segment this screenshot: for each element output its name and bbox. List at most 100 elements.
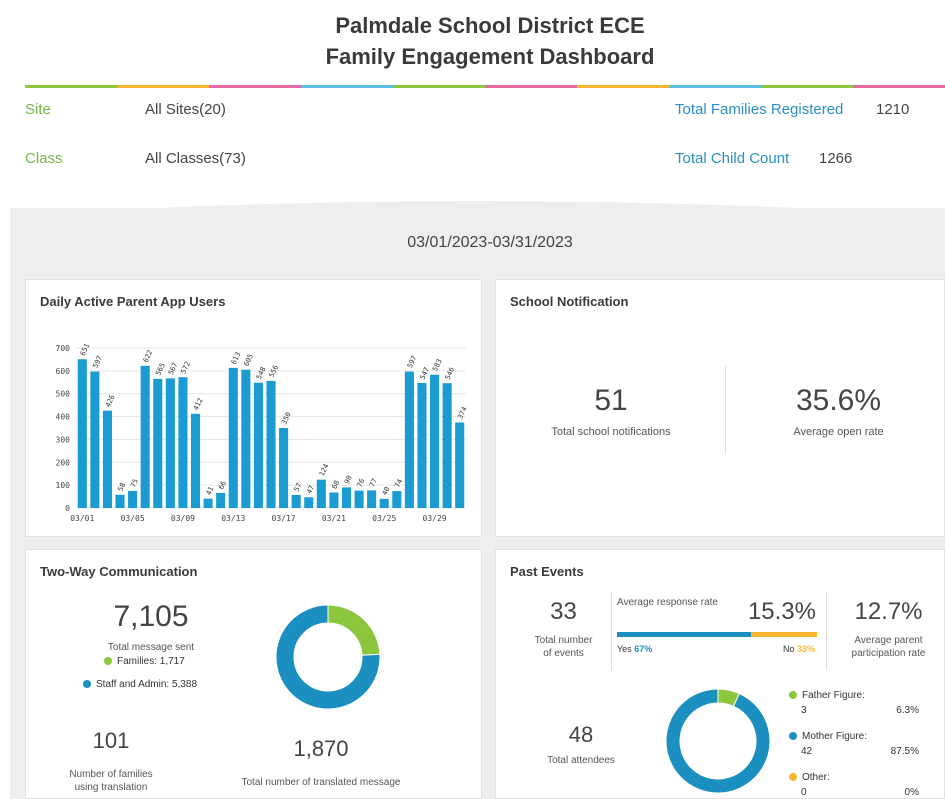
site-label: Site [25,101,51,118]
past-events-title: Past Events [510,564,584,579]
bar [90,371,100,508]
bar-data-label: 57 [293,482,304,493]
breakdown-item: Father Figure: 3 6.3% [789,690,919,716]
y-tick-label: 700 [56,344,71,353]
child-count-label: Total Child Count [675,150,790,167]
bar [354,490,364,508]
bar-data-label: 74 [393,478,404,489]
bar-data-label: 548 [255,366,268,381]
bar [178,377,188,508]
attendees-donut-chart [665,688,771,794]
stripe-segment [577,85,669,88]
participation-rate-label-line-2: participation rate [851,648,926,659]
families-using-translation-label-line-1: Number of families [69,769,153,780]
dashboard-title: Palmdale School District ECE Family Enga… [0,10,945,72]
date-range[interactable]: 03/01/2023-03/31/2023 [0,234,945,252]
attendee-slice [665,688,771,794]
notification-divider [725,366,726,454]
total-events-label-line-2: of events [543,648,584,659]
total-messages-label: Total message sent [107,642,195,653]
site-filter[interactable]: All Sites(20) [145,101,226,118]
past-events-card: Past Events 33 Total number of events Av… [495,549,945,799]
stripe-segment [393,85,485,88]
events-divider-left [611,592,612,670]
total-messages-value: 7,105 [113,600,189,633]
breakdown-values: 3 6.3% [789,705,919,716]
x-tick-label: 03/17 [272,514,296,523]
bar [279,428,289,508]
bar [228,367,238,508]
breakdown-dot [789,732,797,741]
daily-active-users-chart: 0100200300400500600700 65159742658 7562256… [56,342,469,523]
class-filter[interactable]: All Classes(73) [145,150,246,167]
total-notifications-label: Total school notifications [551,426,671,438]
bar-data-label: 68 [330,479,341,490]
bar-data-label: 546 [444,366,457,381]
no-percent: 33% [797,644,816,654]
breakdown-percent: 0% [904,787,919,798]
y-tick-label: 600 [56,367,71,376]
school-notification-title: School Notification [510,294,629,309]
no-label: No [783,644,795,654]
bar [442,383,452,508]
bar-data-label: 613 [230,351,243,366]
families-using-translation-label: Number of families using translation [51,768,171,794]
bar-data-label: 77 [368,477,379,488]
translated-messages-value: 1,870 [293,736,349,761]
bar [241,369,251,508]
bar [455,422,465,508]
bar [316,479,326,508]
open-rate-value: 35.6% [795,384,882,417]
bar-data-label: 622 [142,349,155,364]
bar [417,382,427,508]
breakdown-count: 0 [801,787,807,798]
x-tick-label: 03/21 [322,514,346,523]
stripe-segment [209,85,301,88]
total-attendees-value: 48 [568,722,594,747]
bar-data-label: 412 [192,397,205,412]
breakdown-label-text: Mother Figure: [802,731,868,742]
bar-data-label: 58 [117,482,128,493]
bar-data-label: 76 [356,477,367,488]
school-notification-card: School Notification 51 Total school noti… [495,279,945,537]
response-rate-yes-fill [617,632,751,637]
bar-data-label: 426 [104,394,117,409]
bar [165,378,175,508]
participation-rate-label-line-1: Average parent [854,635,923,646]
families-registered-label: Total Families Registered [675,101,844,118]
bar [253,382,263,508]
x-tick-label: 03/25 [372,514,396,523]
y-tick-label: 200 [56,458,71,467]
bar [216,492,226,508]
breakdown-dot [789,773,797,782]
bar [367,490,377,508]
bar [304,497,314,508]
families-using-translation-value: 101 [92,728,130,753]
bar [329,492,339,508]
bar [115,494,125,508]
families-legend: Families: 1,717 [104,656,185,667]
bar [140,365,150,508]
stripe-segment [25,85,117,88]
breakdown-label-text: Other: [802,772,830,783]
bar [77,359,87,508]
bar-data-label: 597 [406,355,419,370]
open-rate-label: Average open rate [793,426,884,438]
y-tick-label: 0 [65,504,70,513]
bar [128,490,138,508]
families-slice [327,604,381,656]
total-notifications-value: 51 [594,384,628,417]
breakdown-dot [789,691,797,700]
total-attendees-label: Total attendees [547,755,615,766]
y-tick-label: 300 [56,435,71,444]
bar-data-label: 350 [280,411,293,426]
breakdown-item: Other: 0 0% [789,772,919,798]
families-legend-dot [104,657,112,666]
color-stripe-divider [25,85,945,88]
bar-data-label: 565 [154,362,167,377]
stripe-segment [761,85,853,88]
breakdown-item: Mother Figure: 42 87.5% [789,731,919,757]
bar-data-label: 597 [91,355,104,370]
staff-legend-label: Staff and Admin: 5,388 [96,679,198,690]
child-count-value: 1266 [819,150,853,167]
